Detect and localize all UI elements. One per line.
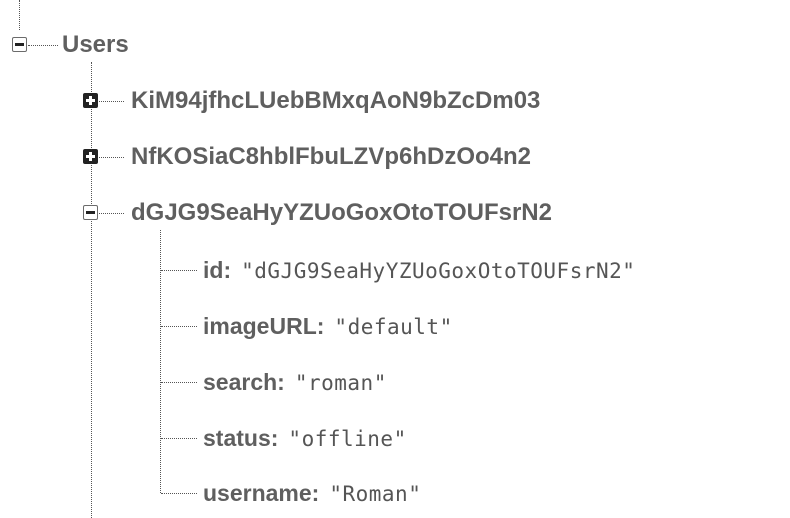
field-row-username[interactable]: username: "Roman" [203, 477, 421, 509]
field-row-id[interactable]: id: "dGJG9SeaHyYZUoGoxOtoTOUFsrN2" [203, 254, 635, 286]
field-value-imageurl[interactable]: "default" [334, 315, 452, 339]
child-1-connector-line [99, 101, 124, 102]
field-status-connector-line [161, 438, 197, 439]
expand-child-2-icon[interactable] [83, 149, 98, 164]
field-row-status[interactable]: status: "offline" [203, 422, 407, 454]
users-children-line [91, 62, 92, 518]
field-key-username: username [203, 480, 312, 506]
field-value-id[interactable]: "dGJG9SeaHyYZUoGoxOtoTOUFsrN2" [241, 259, 635, 283]
field-key-id: id [203, 257, 224, 283]
user-node-1-label[interactable]: KiM94jfhcLUebBMxqAoN9bZcDm03 [131, 87, 540, 114]
field-separator: : [223, 257, 232, 283]
user-node-2[interactable]: NfKOSiaC8hblFbuLZVp6hDzOo4n2 [131, 141, 531, 173]
field-id-connector-line [161, 270, 197, 271]
user-node-2-label[interactable]: NfKOSiaC8hblFbuLZVp6hDzOo4n2 [131, 143, 531, 170]
field-row-imageurl[interactable]: imageURL: "default" [203, 310, 453, 342]
field-separator: : [277, 369, 285, 395]
field-value-username[interactable]: "Roman" [329, 482, 421, 506]
child-2-connector-line [99, 157, 124, 158]
field-separator: : [311, 480, 320, 506]
field-key-status: status [203, 425, 271, 451]
field-separator: : [316, 313, 325, 339]
field-value-search[interactable]: "roman" [295, 371, 387, 395]
field-value-status[interactable]: "offline" [288, 427, 406, 451]
root-stem-line [19, 0, 20, 30]
collapse-child-3-icon[interactable] [83, 205, 98, 220]
collapse-users-icon[interactable] [12, 37, 27, 52]
users-node-label[interactable]: Users [62, 31, 129, 58]
user-node-3[interactable]: dGJG9SeaHyYZUoGoxOtoTOUFsrN2 [131, 197, 552, 229]
field-key-search: search [203, 369, 278, 395]
users-node[interactable]: Users [62, 29, 129, 61]
child-3-connector-line [99, 213, 124, 214]
field-row-search[interactable]: search: "roman" [203, 366, 387, 398]
user-node-3-label[interactable]: dGJG9SeaHyYZUoGoxOtoTOUFsrN2 [131, 199, 552, 226]
expand-child-1-icon[interactable] [83, 93, 98, 108]
field-imageurl-connector-line [161, 326, 197, 327]
field-username-connector-line [161, 493, 197, 494]
field-key-imageurl: imageURL [203, 313, 317, 339]
root-connector-line [28, 45, 58, 46]
database-tree: Users KiM94jfhcLUebBMxqAoN9bZcDm03 NfKOS… [0, 0, 790, 518]
user-node-1[interactable]: KiM94jfhcLUebBMxqAoN9bZcDm03 [131, 85, 540, 117]
field-search-connector-line [161, 382, 197, 383]
field-separator: : [270, 425, 279, 451]
